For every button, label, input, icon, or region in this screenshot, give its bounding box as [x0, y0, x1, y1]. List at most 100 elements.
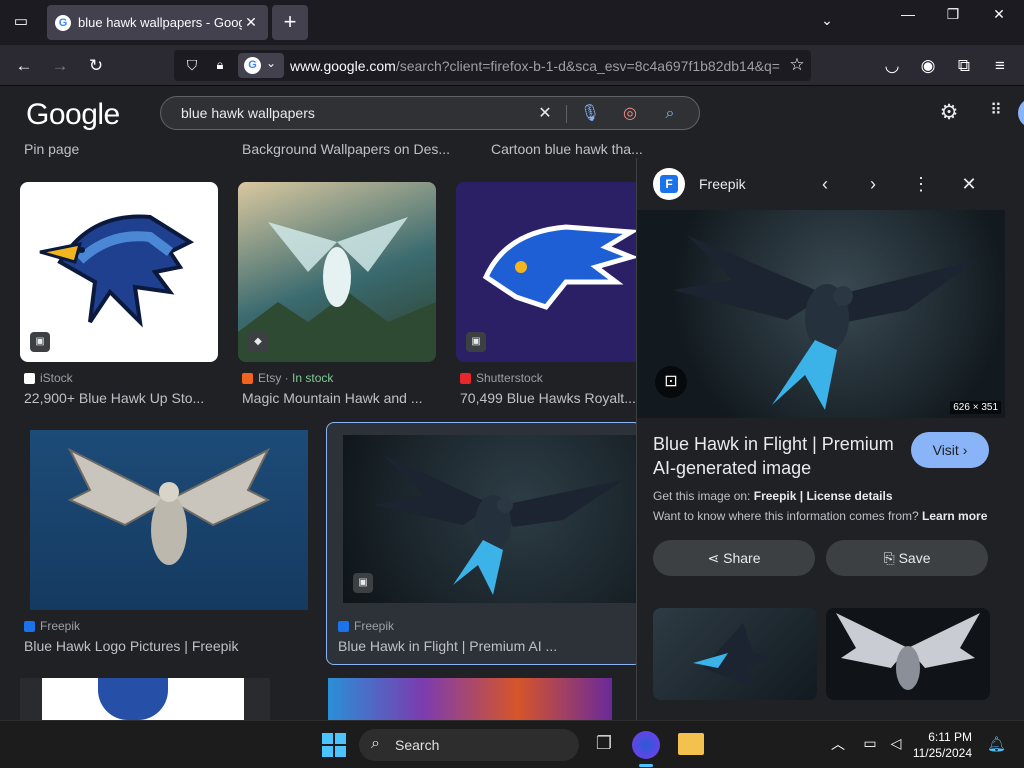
- get-site-link[interactable]: Freepik: [754, 489, 797, 503]
- stock-badge: In stock: [292, 371, 334, 385]
- image-badge-icon: ▣: [353, 573, 373, 593]
- back-arrow-icon[interactable]: ←: [12, 54, 36, 78]
- license-details-link[interactable]: License details: [806, 489, 892, 503]
- result-source: Shutterstock: [460, 371, 543, 385]
- file-explorer-icon[interactable]: [678, 733, 704, 755]
- visit-label: Visit: [932, 442, 959, 458]
- next-chevron-icon[interactable]: ›: [861, 172, 885, 196]
- reload-icon[interactable]: ↻: [84, 54, 108, 78]
- lens-search-icon[interactable]: ⊡: [655, 366, 687, 398]
- close-tab-icon[interactable]: ✕: [242, 14, 260, 31]
- settings-gear-icon[interactable]: ⚙: [936, 100, 962, 126]
- result-image[interactable]: ▣: [456, 182, 636, 362]
- menu-hamburger-icon[interactable]: ≡: [988, 54, 1012, 78]
- new-tab-button[interactable]: +: [272, 5, 308, 40]
- related-eagle-image: [836, 613, 980, 690]
- previous-chevron-icon[interactable]: ‹: [813, 172, 837, 196]
- result-image[interactable]: ▣: [343, 435, 639, 603]
- result-source: Etsy · In stock: [242, 371, 333, 385]
- taskbar-search[interactable]: ⌕ Search: [359, 729, 579, 761]
- taskbar-clock[interactable]: 6:11 PM 11/25/2024: [912, 729, 972, 761]
- result-title[interactable]: 70,499 Blue Hawks Royalt...: [460, 390, 636, 406]
- google-engine-icon: G: [244, 57, 261, 74]
- windows-start-icon[interactable]: [322, 733, 346, 757]
- forward-arrow-icon[interactable]: →: [48, 54, 72, 78]
- browser-tab-bar: ▭ G blue hawk wallpapers - Google ✕ + ⌄ …: [0, 0, 1024, 45]
- minimize-button[interactable]: —: [893, 6, 923, 26]
- get-prefix: Get this image on:: [653, 489, 751, 503]
- search-icon: ⌕: [371, 735, 380, 752]
- result-image[interactable]: ◆: [238, 182, 436, 362]
- search-input[interactable]: blue hawk wallpapers: [181, 105, 315, 121]
- pocket-icon[interactable]: ◡: [880, 54, 904, 78]
- related-image[interactable]: [826, 608, 990, 700]
- close-icon[interactable]: ✕: [957, 172, 981, 196]
- result-image[interactable]: [328, 678, 612, 720]
- tab-list-icon[interactable]: ▭: [10, 12, 32, 32]
- hawk-in-flight-image: [373, 455, 623, 595]
- google-header: Google blue hawk wallpapers ✕ 🎙︎ ◎ ⌕ ⚙ ⠿: [0, 86, 1024, 142]
- search-box[interactable]: blue hawk wallpapers ✕ 🎙︎ ◎ ⌕: [160, 96, 700, 130]
- panel-preview-image[interactable]: ⊡ 626 × 351: [637, 210, 1005, 418]
- panel-image-title[interactable]: Blue Hawk in Flight | Premium AI-generat…: [653, 432, 913, 480]
- google-logo[interactable]: Google: [26, 98, 120, 132]
- notification-bell-icon[interactable]: 🔔︎: [987, 735, 1006, 755]
- result-caption[interactable]: Cartoon blue hawk tha...: [491, 141, 643, 157]
- chevron-up-icon[interactable]: ︿: [830, 734, 846, 754]
- volume-muted-icon[interactable]: ◁: [886, 735, 906, 755]
- result-caption[interactable]: Background Wallpapers on Des...: [242, 141, 450, 157]
- url-bar[interactable]: ⛉ 🔒︎ G ⌄ www.google.com/search?client=fi…: [174, 50, 811, 81]
- taskbar-search-label: Search: [395, 737, 440, 753]
- save-button[interactable]: ⎘ Save: [826, 540, 988, 576]
- apps-grid-icon[interactable]: ⠿: [983, 100, 1009, 126]
- restore-button[interactable]: ❐: [938, 6, 968, 26]
- panel-source-name[interactable]: Freepik: [699, 176, 746, 192]
- info-source-text: Want to know where this information come…: [653, 509, 987, 523]
- voice-search-icon[interactable]: 🎙︎: [579, 103, 601, 125]
- clear-search-icon[interactable]: ✕: [534, 103, 556, 125]
- account-icon[interactable]: ◉: [916, 54, 940, 78]
- result-title[interactable]: Magic Mountain Hawk and ...: [242, 390, 438, 406]
- network-icon[interactable]: ▭: [860, 735, 880, 755]
- bookmark-star-icon[interactable]: ☆: [786, 54, 808, 76]
- want-text: Want to know where this information come…: [653, 509, 919, 523]
- firefox-taskbar-icon[interactable]: [632, 731, 660, 759]
- related-image[interactable]: [653, 608, 817, 700]
- source-label: iStock: [40, 371, 73, 385]
- more-options-icon[interactable]: ⋮: [909, 172, 933, 196]
- avatar[interactable]: [1018, 98, 1024, 128]
- shield-icon[interactable]: ⛉: [182, 55, 202, 75]
- result-title[interactable]: Blue Hawk in Flight | Premium AI ...: [338, 638, 638, 654]
- list-all-tabs-chevron-icon[interactable]: ⌄: [812, 12, 842, 32]
- result-image[interactable]: [20, 678, 270, 720]
- save-label: Save: [898, 550, 931, 566]
- get-separator: |: [799, 489, 804, 503]
- search-engine-chip[interactable]: G ⌄: [238, 53, 284, 78]
- source-label: Freepik: [354, 619, 395, 633]
- result-image[interactable]: [30, 430, 308, 610]
- share-button[interactable]: ⋖ Share: [653, 540, 815, 576]
- share-label: Share: [723, 550, 761, 566]
- learn-more-link[interactable]: Learn more: [922, 509, 987, 523]
- lock-icon[interactable]: 🔒︎: [210, 55, 230, 75]
- freepik-icon: [338, 620, 349, 632]
- selected-result-card[interactable]: ▣ Freepik Blue Hawk in Flight | Premium …: [326, 422, 642, 665]
- url-host: www.google.com: [290, 58, 396, 74]
- result-title[interactable]: 22,900+ Blue Hawk Up Sto...: [24, 390, 224, 406]
- close-window-button[interactable]: ✕: [984, 6, 1014, 26]
- google-favicon-icon: G: [55, 14, 71, 31]
- result-source: Freepik: [338, 619, 394, 633]
- url-path: /search?client=firefox-b-1-d&sca_esv=8c4…: [395, 58, 780, 74]
- blue-logo-shape: [98, 678, 168, 720]
- result-caption[interactable]: Pin page: [24, 141, 79, 157]
- windows-taskbar: ⌕ Search ❐ ︿ ▭ ◁ 6:11 PM 11/25/2024 🔔︎: [0, 720, 1024, 768]
- visit-button[interactable]: Visit ›: [911, 432, 989, 468]
- result-image[interactable]: ▣: [20, 182, 218, 362]
- browser-tab[interactable]: G blue hawk wallpapers - Google ✕: [47, 5, 268, 40]
- task-view-icon[interactable]: ❐: [592, 733, 616, 757]
- lens-search-icon[interactable]: ◎: [619, 103, 641, 125]
- result-title[interactable]: Blue Hawk Logo Pictures | Freepik: [24, 638, 314, 654]
- search-icon[interactable]: ⌕: [659, 103, 681, 125]
- image-dimensions: 626 × 351: [950, 401, 1001, 414]
- extensions-icon[interactable]: ⧉: [952, 54, 976, 78]
